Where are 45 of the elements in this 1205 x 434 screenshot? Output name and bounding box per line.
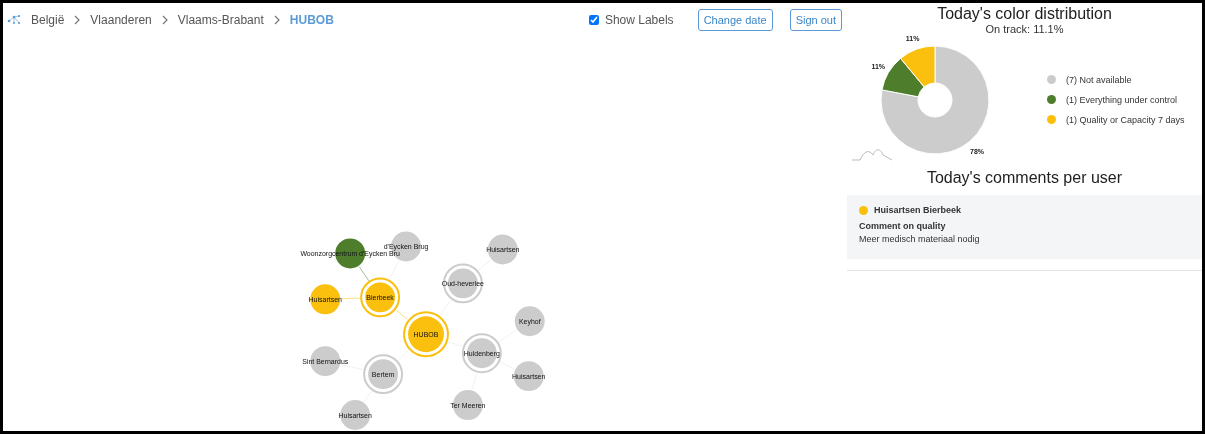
chevron-icon xyxy=(74,15,81,25)
breadcrumb-link[interactable]: België xyxy=(31,13,65,27)
comment-text: Meer medisch materiaal nodig xyxy=(859,234,981,244)
node-circle[interactable] xyxy=(340,400,371,430)
header-button[interactable]: Change date xyxy=(697,9,773,31)
node-circle[interactable] xyxy=(442,263,483,304)
node-circle[interactable] xyxy=(513,361,544,392)
node-circle[interactable] xyxy=(363,354,404,395)
breadcrumb-link[interactable]: Vlaanderen xyxy=(90,13,152,27)
edge-line xyxy=(471,371,478,391)
edge-line xyxy=(397,350,409,361)
checkbox-label: Show Labels xyxy=(604,13,674,27)
edge-line xyxy=(388,260,400,281)
chart-subtitle: On track: 11.1% xyxy=(985,23,1064,35)
edge-line xyxy=(499,361,515,370)
show-labels-checkbox[interactable] xyxy=(588,15,599,25)
edge-line xyxy=(358,266,370,282)
edge-line xyxy=(439,299,452,316)
node-circle[interactable] xyxy=(452,390,483,421)
network-icon xyxy=(7,14,21,26)
node-circle[interactable] xyxy=(360,277,401,318)
section-title: Today's comments per user xyxy=(925,169,1124,187)
edge-line xyxy=(395,309,408,320)
legend-label: (1) Everything under control xyxy=(1066,94,1178,105)
chevron-icon xyxy=(161,15,168,25)
node-circle[interactable] xyxy=(514,306,545,337)
chart-title: Today's color distribution xyxy=(936,5,1113,23)
legend-label: (7) Not available xyxy=(1066,74,1132,85)
mountain-icon xyxy=(851,149,893,161)
breadcrumb-current: HUBOB xyxy=(289,13,334,27)
breadcrumb-link[interactable]: Vlaams-Brabant xyxy=(177,13,264,27)
node-circle[interactable] xyxy=(487,234,518,265)
node-circle[interactable] xyxy=(403,311,449,358)
edge-line xyxy=(448,341,463,347)
edge-line xyxy=(340,297,361,300)
comment-heading: Comment on quality xyxy=(859,221,947,231)
edge-line xyxy=(497,329,517,343)
header-button[interactable]: Sign out xyxy=(789,9,842,31)
node-circle[interactable] xyxy=(461,333,502,374)
user-name: Huisartsen Bierbeek xyxy=(874,205,962,215)
legend-label: (1) Quality or Capacity 7 days xyxy=(1066,114,1185,125)
edge-line xyxy=(477,259,492,271)
chevron-icon xyxy=(273,15,280,25)
edge-line xyxy=(363,390,373,403)
edge-line xyxy=(340,364,365,371)
